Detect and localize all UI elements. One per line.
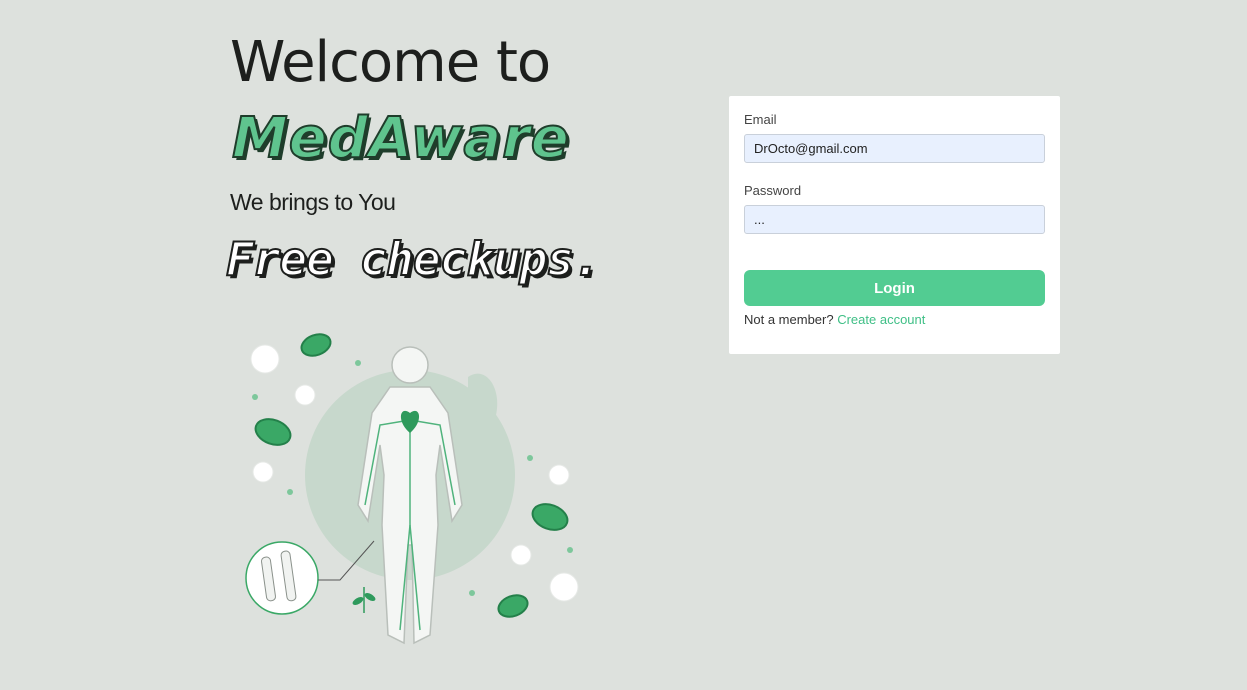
login-card: Email Password Login Not a member? Creat… <box>729 96 1060 354</box>
plant-icon <box>352 587 376 613</box>
tagline: We brings to You <box>230 189 396 215</box>
email-label: Email <box>744 112 777 127</box>
login-button[interactable]: Login <box>744 270 1045 306</box>
free-checkups-headline: Free checkups. <box>225 231 602 287</box>
member-prompt-row: Not a member? Create account <box>744 312 1045 327</box>
brand-logo-text: MedAware <box>231 105 570 172</box>
create-account-link[interactable]: Create account <box>837 312 925 327</box>
password-label: Password <box>744 183 802 198</box>
email-field[interactable] <box>744 134 1045 163</box>
member-prompt: Not a member? <box>744 312 834 327</box>
hero-section: Welcome to MedAware We brings to You Fre… <box>0 0 700 690</box>
human-body-illustration <box>245 333 579 645</box>
password-field[interactable] <box>744 205 1045 234</box>
welcome-heading: Welcome to <box>230 30 551 95</box>
